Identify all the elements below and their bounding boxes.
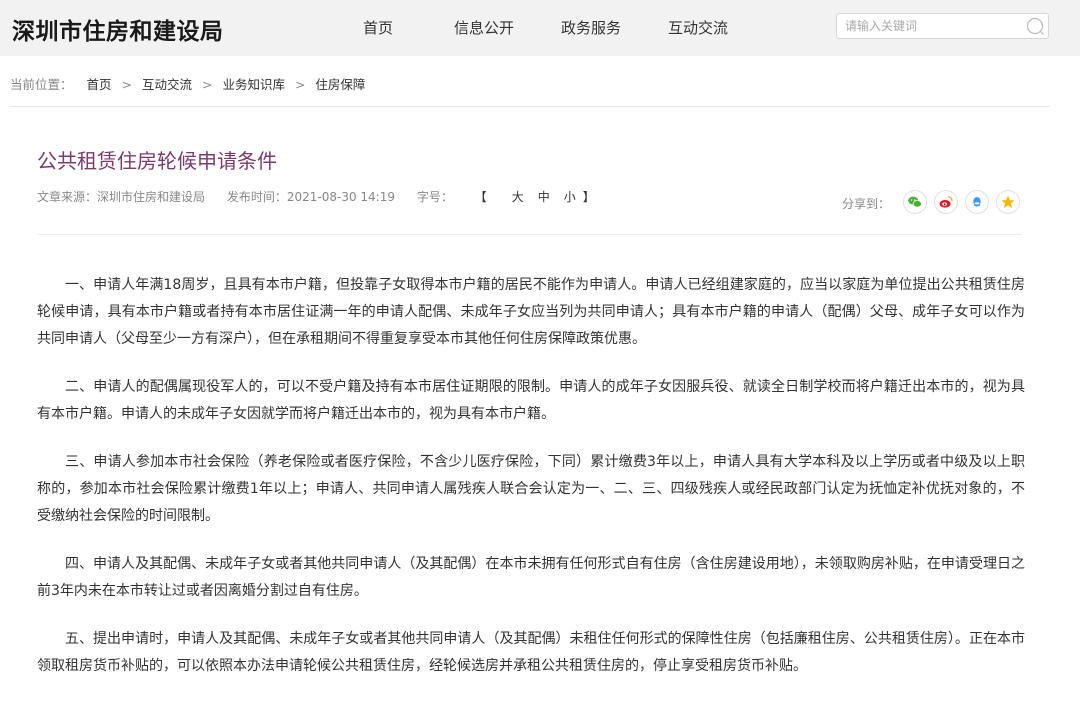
breadcrumb-home[interactable]: 首页 [87,77,112,92]
font-size-medium-button[interactable]: 中 [538,190,550,204]
nav-interaction[interactable]: 互动交流 [668,17,728,38]
font-size-bracket-close: 】 [582,190,595,204]
article-paragraph-5: 五、提出申请时，申请人及其配偶、未成年子女或者其他共同申请人（及其配偶）未租住任… [37,631,1025,674]
article-meta: 文章来源：深圳市住房和建设局 发布时间：2021-08-30 14:19 字号：… [37,188,631,205]
article-paragraph-1: 一、申请人年满18周岁，且具有本市户籍，但投靠子女取得本市户籍的居民不能作为申请… [37,277,1025,347]
font-size-label: 字号： [416,190,453,204]
breadcrumb-separator: > [294,77,306,92]
qzone-icon[interactable] [996,190,1020,214]
site-title[interactable]: 深圳市住房和建设局 [12,12,224,46]
article-source: 文章来源：深圳市住房和建设局 [37,190,206,204]
nav-government-services[interactable]: 政务服务 [561,17,621,38]
search-box [836,13,1049,39]
breadcrumb-separator: > [201,77,213,92]
font-size-bracket-open: 【 [474,190,487,204]
breadcrumb-knowledge-base[interactable]: 业务知识库 [222,77,285,92]
article-paragraph-3: 三、申请人参加本市社会保险（养老保险或者医疗保险，不含少儿医疗保险，下同）累计缴… [37,454,1025,524]
breadcrumb-separator: > [121,77,132,92]
breadcrumb-housing-security[interactable]: 住房保障 [315,77,365,92]
nav-info-disclosure[interactable]: 信息公开 [454,17,514,38]
article-date: 发布时间：2021-08-30 14:19 [226,190,395,204]
weibo-icon[interactable] [934,190,958,214]
divider [10,106,1050,107]
share-label: 分享到： [841,197,890,211]
site-header: 深圳市住房和建设局 首页 信息公开 政务服务 互动交流 [0,0,1080,56]
nav-home[interactable]: 首页 [363,17,393,38]
search-icon[interactable] [1025,16,1045,36]
font-size-small-button[interactable]: 小 [564,190,576,204]
qq-icon[interactable] [965,190,989,214]
search-input[interactable] [845,17,1015,35]
breadcrumb-interaction[interactable]: 互动交流 [142,77,192,92]
wechat-icon[interactable] [903,190,927,214]
divider [37,234,1022,235]
font-size-control: 字号： 【 大中小】 [417,190,613,204]
share-bar: 分享到： [840,190,1020,216]
article-paragraph-2: 二、申请人的配偶属现役军人的，可以不受户籍及持有本市居住证期限的限制。申请人的成… [37,379,1025,422]
breadcrumb: 当前位置： 首页 > 互动交流 > 业务知识库 > 住房保障 [10,74,365,93]
article-paragraph-4: 四、申请人及其配偶、未成年子女或者其他共同申请人（及其配偶）在本市未拥有任何形式… [37,556,1025,599]
article-title: 公共租赁住房轮候申请条件 [37,149,277,173]
font-size-large-button[interactable]: 大 [512,190,524,204]
article-body: 一、申请人年满18周岁，且具有本市户籍，但投靠子女取得本市户籍的居民不能作为申请… [37,272,1025,701]
breadcrumb-prefix: 当前位置： [10,77,73,92]
